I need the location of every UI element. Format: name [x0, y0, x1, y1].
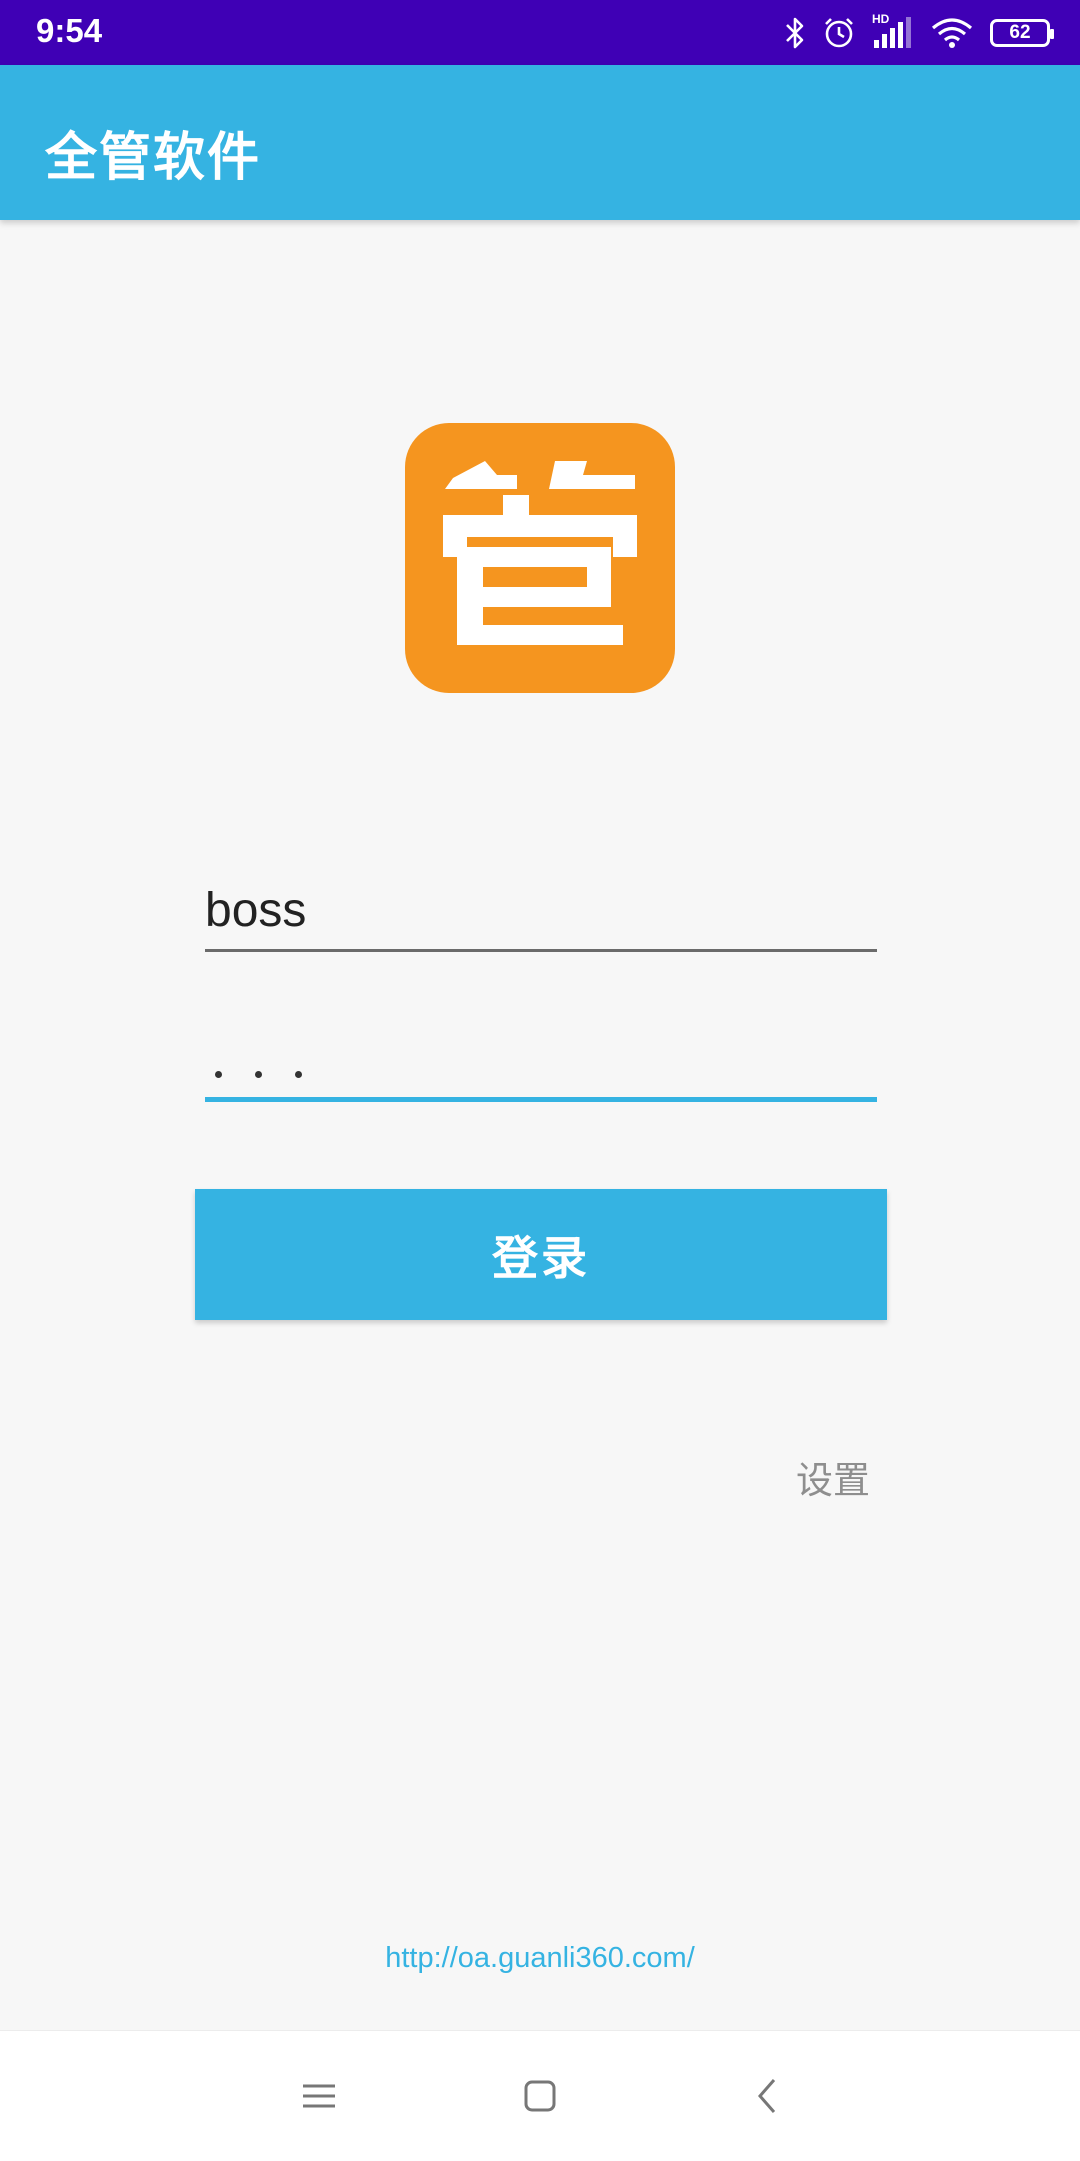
alarm-icon — [825, 18, 853, 48]
home-icon[interactable] — [520, 2076, 560, 2116]
battery-level: 62 — [1009, 22, 1031, 43]
status-time: 9:54 — [36, 12, 103, 49]
wifi-icon — [931, 18, 973, 48]
login-button[interactable]: 登录 — [195, 1189, 887, 1320]
app-bar: 全管软件 — [0, 65, 1080, 220]
app-title: 全管软件 — [45, 128, 262, 188]
menu-icon[interactable] — [299, 2076, 339, 2116]
app-logo — [405, 423, 675, 693]
status-icons: HD 62 — [784, 12, 1054, 54]
status-bar: 9:54 HD 62 — [0, 0, 1080, 65]
app-logo-glyph — [443, 461, 637, 645]
username-value: boss — [205, 884, 307, 937]
password-field[interactable] — [205, 1030, 877, 1102]
bluetooth-icon — [786, 17, 804, 49]
cellular-signal-icon: HD — [872, 12, 914, 50]
password-underline — [205, 1097, 877, 1102]
settings-link[interactable]: 设置 — [796, 1450, 870, 1504]
password-mask — [215, 1071, 302, 1078]
username-underline — [205, 949, 877, 952]
navigation-bar — [0, 2030, 1080, 2161]
battery-icon: 62 — [990, 19, 1054, 47]
username-field[interactable]: boss — [205, 880, 877, 952]
website-link[interactable]: http://oa.guanli360.com/ — [0, 1942, 1080, 1975]
back-icon[interactable] — [748, 2076, 788, 2116]
